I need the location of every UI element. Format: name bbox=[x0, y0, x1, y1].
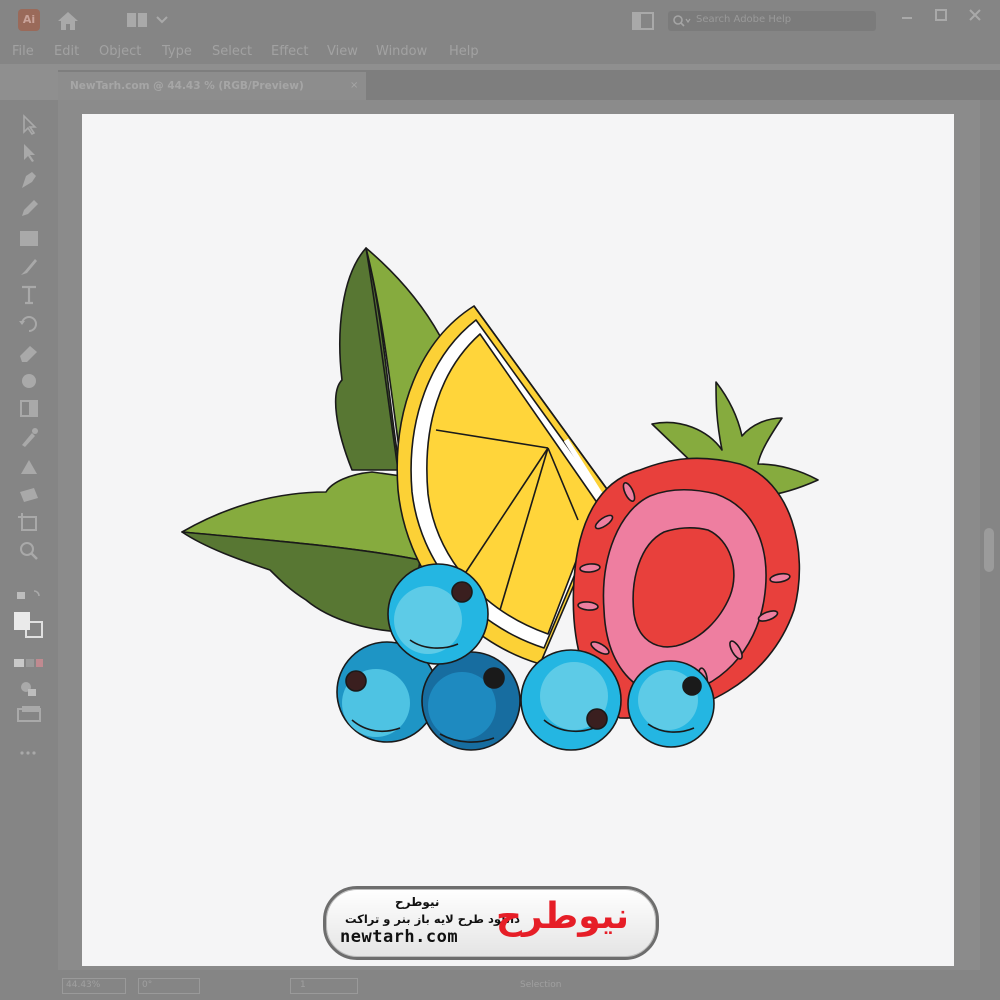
blueberry-5 bbox=[627, 660, 715, 748]
rotation-value: 0° bbox=[142, 980, 153, 990]
blueberry-3 bbox=[387, 563, 489, 665]
current-tool: Selection bbox=[520, 980, 562, 990]
scrollbar-thumb[interactable] bbox=[984, 528, 994, 572]
artboard-number: 1 bbox=[300, 980, 306, 990]
fruit-illustration[interactable] bbox=[0, 0, 1000, 1000]
blueberry-4 bbox=[520, 649, 622, 751]
watermark-logo: نیوطرح bbox=[496, 896, 630, 937]
blueberry-2 bbox=[421, 651, 521, 751]
watermark-subtitle: دانلود طرح لایه باز بنر و تراکت bbox=[345, 912, 520, 926]
watermark-url: newtarh.com bbox=[340, 927, 459, 947]
watermark-title: نیوطرح bbox=[395, 895, 440, 909]
zoom-level: 44.43% bbox=[66, 980, 101, 990]
